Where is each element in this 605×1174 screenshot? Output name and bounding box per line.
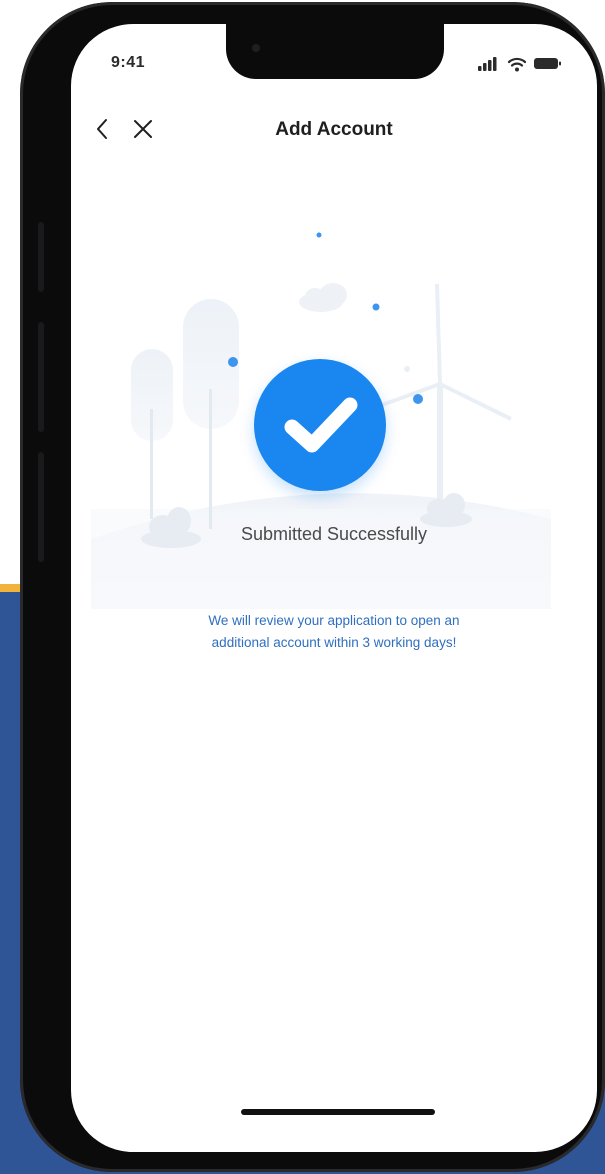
- phone-side-button: [38, 452, 44, 562]
- tree-icon: [183, 299, 239, 529]
- page-title: Add Account: [275, 119, 393, 140]
- success-title: Submitted Successfully: [240, 524, 428, 544]
- notch: [226, 24, 444, 79]
- status-icons: [478, 57, 561, 72]
- status-time: 9:41: [111, 54, 146, 71]
- battery-icon: [534, 58, 561, 69]
- success-message: We will review your application to open …: [208, 613, 460, 650]
- camera-icon: [252, 44, 260, 52]
- phone-side-button: [38, 322, 44, 432]
- cellular-signal-icon: [478, 57, 497, 71]
- phone-frame: 9:41 Add Account Submitted Successfully …: [20, 2, 605, 1172]
- wifi-icon: [507, 57, 527, 72]
- phone-screen: 9:41 Add Account Submitted Successfully …: [71, 24, 597, 1152]
- phone-side-button: [38, 222, 44, 292]
- success-badge: [254, 359, 386, 491]
- home-indicator[interactable]: [241, 1109, 435, 1115]
- wind-turbine-icon: [370, 283, 512, 509]
- checkmark-icon: [284, 397, 358, 453]
- cloud-icon: [299, 283, 347, 312]
- tree-icon: [131, 349, 173, 519]
